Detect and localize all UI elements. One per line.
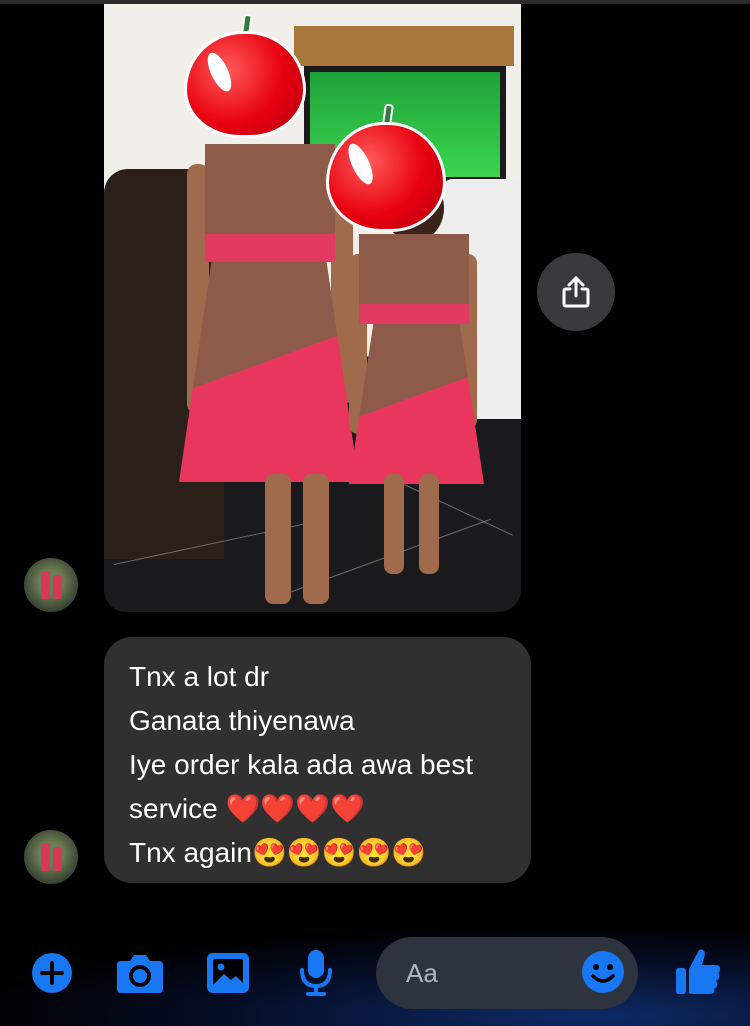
share-button[interactable] (537, 253, 615, 331)
thumbs-up-icon (676, 949, 720, 994)
message-line: Tnx a lot dr (129, 661, 270, 692)
like-button[interactable] (674, 946, 722, 996)
plus-icon (32, 953, 72, 993)
camera-icon (117, 955, 163, 993)
share-icon (562, 276, 590, 308)
microphone-icon (300, 950, 332, 996)
message-line: Tnx again😍😍😍😍😍 (129, 837, 427, 868)
photo-message[interactable] (104, 4, 521, 612)
message-line: service ❤️❤️❤️❤️ (129, 793, 365, 824)
message-input-placeholder: Aa (406, 957, 438, 988)
emoji-button[interactable] (581, 950, 625, 994)
add-button[interactable] (31, 952, 73, 994)
message-line: Ganata thiyenawa (129, 705, 355, 736)
message-line: Iye order kala ada awa best (129, 749, 473, 780)
camera-button[interactable] (115, 951, 165, 995)
smiley-icon (582, 951, 624, 993)
apple-sticker (184, 13, 306, 138)
apple-sticker (326, 103, 446, 232)
gallery-button[interactable] (205, 951, 251, 995)
sender-avatar[interactable] (24, 558, 78, 612)
voice-button[interactable] (298, 948, 334, 998)
image-icon (207, 953, 249, 993)
message-bubble[interactable]: Tnx a lot dr Ganata thiyenawa Iye order … (104, 637, 531, 883)
photo-child-right (349, 174, 489, 574)
sender-avatar[interactable] (24, 830, 78, 884)
